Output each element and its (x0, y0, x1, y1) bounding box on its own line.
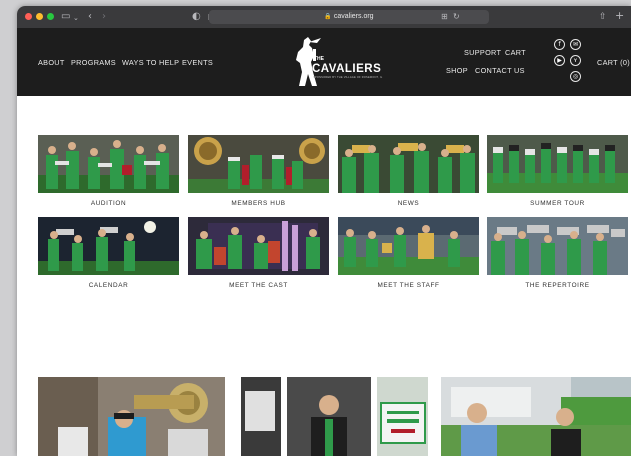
browser-toolbar: ▭ ⌄ ‹ › ◐ ▣ 🔒cavaliers.org ⊞ ↻ ⇧ + (17, 6, 631, 28)
meet-the-cast-photo (188, 217, 329, 275)
nav-programs[interactable]: PROGRAMS (71, 58, 116, 68)
logo-subtitle: SPONSORED BY THE VILLAGE OF ROSEMONT, IL (313, 76, 383, 79)
meet-the-staff-photo (338, 217, 479, 275)
maximize-window-button[interactable] (47, 13, 54, 20)
tile-label: THE REPERTOIRE (525, 282, 590, 289)
email-icon[interactable]: ✉ (570, 39, 581, 50)
sidebar-icon[interactable]: ▭ (61, 10, 70, 24)
logo-wordmark: CAVALIERS (312, 63, 382, 75)
tile-label: MEET THE CAST (229, 282, 288, 289)
cart-count-link[interactable]: CART (0) (597, 58, 630, 68)
nav-shop[interactable]: SHOP (446, 66, 468, 76)
tile-members-hub[interactable]: MEMBERS HUB (188, 135, 329, 208)
browser-window: ▭ ⌄ ‹ › ◐ ▣ 🔒cavaliers.org ⊞ ↻ ⇧ + ABOUT… (17, 6, 631, 456)
feature-photo-brass[interactable] (38, 377, 225, 456)
summer-tour-photo (487, 135, 628, 193)
nav-about[interactable]: ABOUT (38, 58, 65, 68)
feature-photo-welcome[interactable] (241, 377, 428, 456)
nav-ways-to-help[interactable]: WAYS TO HELP (122, 58, 179, 68)
tile-audition[interactable]: AUDITION (38, 135, 179, 208)
feature-photo-members[interactable] (441, 377, 631, 456)
tile-meet-the-staff[interactable]: MEET THE STAFF (338, 217, 479, 290)
new-tab-icon[interactable]: + (615, 9, 624, 23)
cavaliers-logo[interactable]: THE CAVALIERS SPONSORED BY THE VILLAGE O… (287, 36, 382, 90)
chevron-down-icon[interactable]: ⌄ (73, 11, 79, 25)
the-repertoire-photo (487, 217, 628, 275)
tile-news[interactable]: NEWS (338, 135, 479, 208)
audition-photo (38, 135, 179, 193)
tile-the-repertoire[interactable]: THE REPERTOIRE (487, 217, 628, 290)
reload-icon[interactable]: ↻ (453, 10, 460, 24)
youtube-icon[interactable]: ▶ (554, 55, 565, 66)
tile-calendar[interactable]: CALENDAR (38, 217, 179, 290)
tile-label: SUMMER TOUR (530, 200, 585, 207)
forward-button[interactable]: › (102, 10, 106, 24)
tile-meet-the-cast[interactable]: MEET THE CAST (188, 217, 329, 290)
logo-the-text: THE (314, 56, 324, 62)
tile-label: MEET THE STAFF (377, 282, 440, 289)
privacy-shield-icon[interactable]: ◐ (192, 10, 201, 24)
tile-label: AUDITION (90, 200, 127, 207)
lock-icon: 🔒 (324, 14, 332, 20)
share-icon[interactable]: ⇧ (599, 10, 607, 24)
minimize-window-button[interactable] (36, 13, 43, 20)
tile-label: CALENDAR (88, 282, 129, 289)
members-hub-photo (188, 135, 329, 193)
tile-label: NEWS (397, 200, 420, 207)
calendar-photo (38, 217, 179, 275)
news-photo (338, 135, 479, 193)
back-button[interactable]: ‹ (88, 10, 92, 24)
facebook-icon[interactable]: f (554, 39, 565, 50)
site-header: ABOUT PROGRAMS WAYS TO HELP EVENTS THE C… (17, 28, 631, 96)
url-text: cavaliers.org (333, 13, 374, 20)
close-window-button[interactable] (25, 13, 32, 20)
tile-label: MEMBERS HUB (231, 200, 286, 207)
nav-events[interactable]: EVENTS (182, 58, 213, 68)
nav-support[interactable]: SUPPORT (464, 48, 501, 58)
nav-contact-us[interactable]: CONTACT US (475, 66, 525, 76)
tile-summer-tour[interactable]: SUMMER TOUR (487, 135, 628, 208)
translate-icon[interactable]: ⊞ (441, 10, 448, 24)
nav-cart[interactable]: CART (505, 48, 526, 58)
instagram-icon[interactable]: ◎ (570, 71, 581, 82)
twitter-icon[interactable]: ʏ (570, 55, 581, 66)
